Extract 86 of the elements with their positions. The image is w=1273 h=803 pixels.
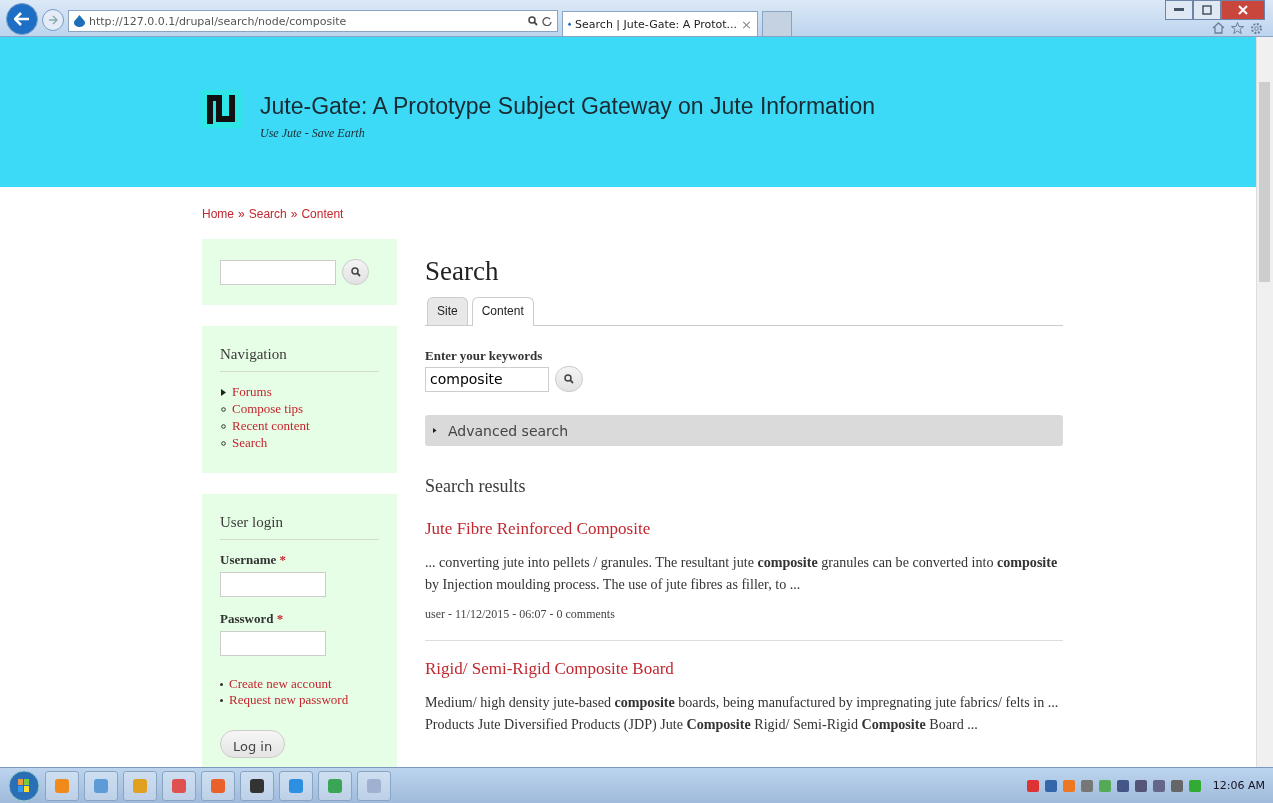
tray-icon[interactable] [1134, 779, 1147, 792]
tray-icon[interactable] [1152, 779, 1165, 792]
search-icon [564, 374, 574, 384]
close-button[interactable] [1221, 0, 1265, 20]
circle-icon [220, 423, 226, 429]
restore-button[interactable] [1193, 0, 1221, 20]
app-icon [250, 778, 264, 793]
breadcrumb-link[interactable]: Content [301, 207, 344, 221]
field-label: Password * [220, 611, 285, 627]
app-icon [94, 778, 108, 793]
app-icon [133, 778, 147, 793]
result-snippet: Medium/ high density jute-based composite boards, being manufactured by impregnating jute fabrics/ felts in ... Products Jute Diversified Products (JDP) Jute Composite Rigid/ Semi-Rigid Composite Board ... [425, 693, 1060, 734]
nav-link[interactable]: Forums [220, 384, 379, 400]
minimize-button[interactable] [1165, 0, 1193, 20]
circle-icon [220, 406, 226, 412]
search-icon [528, 16, 538, 26]
tab-close-button[interactable]: × [741, 16, 752, 32]
result-title-link[interactable]: Jute Fibre Reinforced Composite [425, 519, 1063, 539]
search-icon [350, 267, 361, 277]
tray-icon[interactable] [1116, 779, 1129, 792]
app-icon [172, 778, 186, 793]
block-title: User login [220, 514, 379, 540]
advanced-search-toggle[interactable]: Advanced search [425, 415, 1063, 446]
restore-icon [1202, 5, 1212, 15]
browser-tab[interactable]: Search | Jute-Gate: A Protot... × [562, 11, 758, 36]
drop-icon [74, 15, 85, 27]
star-icon[interactable] [1231, 22, 1244, 34]
refresh-icon [542, 16, 552, 26]
home-icon[interactable] [1212, 22, 1225, 34]
input-field[interactable] [220, 572, 326, 597]
app-icon [328, 778, 342, 793]
triangle-icon [220, 388, 226, 396]
tray-icon[interactable] [1080, 779, 1093, 792]
result-title-link[interactable]: Rigid/ Semi-Rigid Composite Board [425, 659, 1063, 679]
triangle-icon [433, 427, 438, 434]
section-heading: Search results [425, 476, 527, 497]
new-tab-button[interactable] [762, 11, 792, 36]
start-button[interactable] [8, 769, 40, 802]
search-field[interactable] [220, 259, 336, 285]
clock: 12:06 AM [1212, 779, 1265, 792]
account-link[interactable]: Request new password [220, 692, 379, 708]
tab-title: Search | Jute-Gate: A Protot... [575, 17, 738, 31]
circle-icon [220, 440, 226, 446]
back-button[interactable] [6, 3, 38, 35]
app-icon [211, 778, 225, 793]
result-snippet: ... converting jute into pellets / granules. The resultant jute composite granules can be converted into composite by Injection moulding process. The use of jute fibres as filler, to ... [425, 553, 1059, 594]
forward-arrow-icon [48, 15, 58, 25]
nav-link[interactable]: Compose tips [220, 401, 379, 417]
search-button[interactable] [342, 259, 369, 285]
search-button[interactable] [555, 366, 583, 392]
login-button[interactable]: Log in [220, 730, 286, 758]
page-tab[interactable]: Content [471, 297, 534, 326]
app-icon [289, 778, 303, 793]
close-icon [1238, 5, 1248, 15]
address-bar[interactable]: http://127.0.0.1/drupal/search/node/composite [68, 10, 558, 32]
breadcrumb-separator: » [290, 207, 298, 221]
field-label: Username * [220, 552, 288, 568]
page-title: Search [425, 256, 500, 287]
keywords-field[interactable]: composite [425, 366, 549, 392]
result-meta: user - 11/12/2015 - 06:07 - 0 comments [425, 607, 616, 622]
app-icon [367, 778, 381, 793]
scrollbar[interactable] [1256, 37, 1273, 767]
breadcrumb-separator: » [238, 207, 245, 221]
forward-button[interactable] [42, 9, 64, 31]
nav-link[interactable]: Search [220, 435, 379, 451]
account-link[interactable]: Create new account [220, 676, 379, 692]
site-slogan: Use Jute - Save Earth [260, 126, 366, 141]
tray-icon[interactable] [1170, 779, 1183, 792]
address-text: http://127.0.0.1/drupal/search/node/composite [89, 14, 348, 28]
page-tab[interactable]: Site [427, 297, 468, 325]
minimize-icon [1174, 8, 1184, 12]
nav-link[interactable]: Recent content [220, 418, 379, 434]
tray-icon[interactable] [1044, 779, 1057, 792]
back-arrow-icon [14, 12, 30, 26]
tray-icon[interactable] [1026, 779, 1039, 792]
logo-icon [202, 90, 242, 128]
field-label: Enter your keywords [425, 348, 544, 364]
settings-icon[interactable] [1250, 22, 1263, 35]
input-field[interactable] [220, 631, 326, 656]
app-icon [55, 778, 69, 793]
tray-icon[interactable] [1188, 779, 1201, 792]
site-name[interactable]: Jute-Gate: A Prototype Subject Gateway on Jute Information [260, 93, 875, 120]
taskbar-app-button[interactable] [240, 770, 274, 801]
breadcrumb-link[interactable]: Home [202, 207, 234, 221]
block-title: Navigation [220, 346, 379, 372]
breadcrumb-link[interactable]: Search [248, 207, 287, 221]
